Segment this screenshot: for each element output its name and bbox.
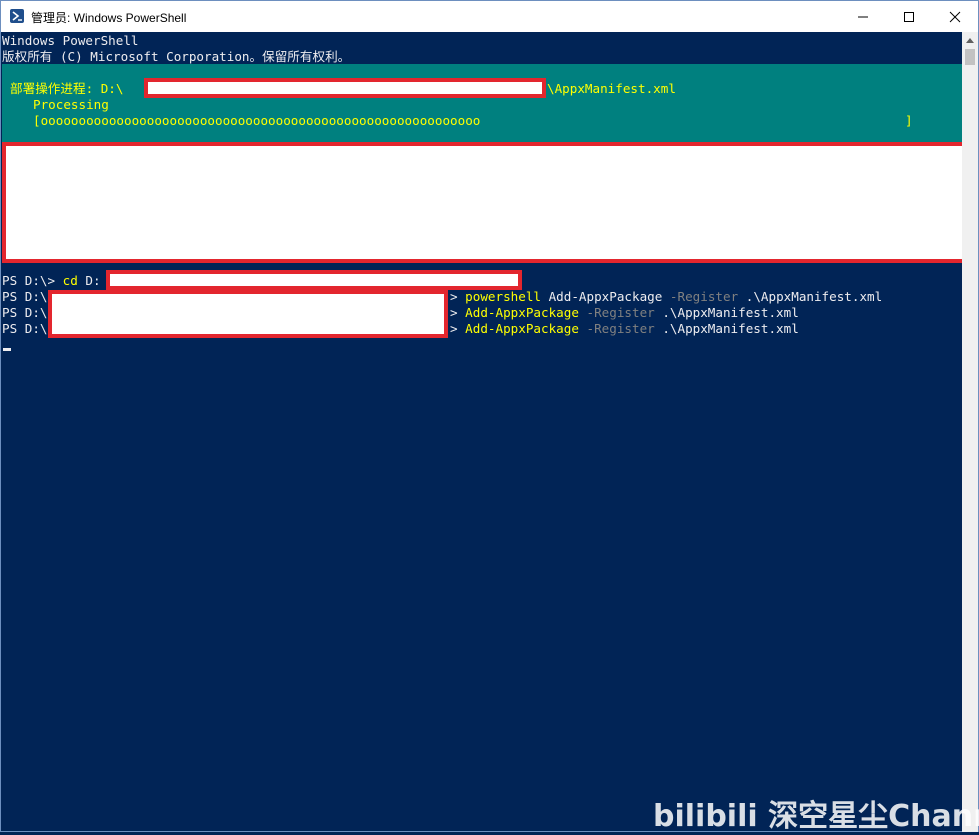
progress-label: 部署操作进程: D:\ [10,81,123,97]
maximize-button[interactable] [886,1,932,32]
command-param: -Register [578,321,655,336]
progress-bar-open: [ [33,113,41,128]
redacted-path [144,78,546,98]
maximize-icon [904,12,914,22]
chevron-up-icon [966,38,974,43]
command: Add-AppxPackage [465,305,579,320]
progress-label-prefix: 部署操作进程: D:\ [10,81,124,96]
command: powershell [465,289,541,304]
minimize-icon [858,16,868,18]
prompt: PS D:\> [2,273,63,288]
close-icon [949,11,961,23]
copyright-line: 版权所有 (C) Microsoft Corporation。保留所有权利。 [2,49,351,64]
command-args: D: [77,273,101,288]
prompt-end: > [450,321,466,336]
close-button[interactable] [932,1,978,32]
scrollbar-thumb[interactable] [965,49,975,65]
console-output[interactable]: Windows PowerShell 版权所有 (C) Microsoft Co… [2,32,962,832]
command: cd [62,273,78,288]
prompt: PS D:\ [2,289,48,304]
progress-label-suffix: \AppxManifest.xml [547,81,676,96]
command-line-4: PS D:\ [2,321,48,337]
redacted-output-block [2,142,962,263]
prompt: PS D:\ [2,305,48,320]
text-cursor [3,348,11,351]
progress-status: Processing [33,97,109,112]
prompt-end: > [450,289,466,304]
redacted-path-block [48,290,448,338]
prompt-end: > [450,305,466,320]
command-path: .\AppxManifest.xml [654,305,799,320]
command-line-3-tail: > Add-AppxPackage -Register .\AppxManife… [450,305,799,321]
progress-bar-fill: oooooooooooooooooooooooooooooooooooooooo… [40,113,481,128]
progress-bar-close: ] [905,113,913,128]
prompt: PS D:\ [2,321,48,336]
vertical-scrollbar[interactable] [962,32,978,832]
powershell-icon [10,9,24,23]
command-args: Add-AppxPackage [541,289,670,304]
command-line-4-tail: > Add-AppxPackage -Register .\AppxManife… [450,321,799,337]
command-line-2: PS D:\ [2,289,48,305]
minimize-button[interactable] [840,1,886,32]
header-line: Windows PowerShell [2,33,139,48]
command-path: .\AppxManifest.xml [738,289,883,304]
progress-bar: [ooooooooooooooooooooooooooooooooooooooo… [33,113,480,129]
command-param: -Register [669,289,739,304]
title-bar[interactable]: 管理员: Windows PowerShell [1,1,978,32]
bilibili-watermark: bilibili 深空星尘Channe [653,799,979,834]
command-path: .\AppxManifest.xml [654,321,799,336]
scroll-up-button[interactable] [962,32,978,49]
command-param: -Register [578,305,655,320]
window-title: 管理员: Windows PowerShell [31,11,187,25]
powershell-window: 管理员: Windows PowerShell Windows PowerShe… [0,0,979,834]
command: Add-AppxPackage [465,321,579,336]
command-line-2-tail: > powershell Add-AppxPackage -Register .… [450,289,882,305]
command-line-3: PS D:\ [2,305,48,321]
command-line-1: PS D:\> cd D: [2,273,101,289]
redacted-path [106,270,522,290]
